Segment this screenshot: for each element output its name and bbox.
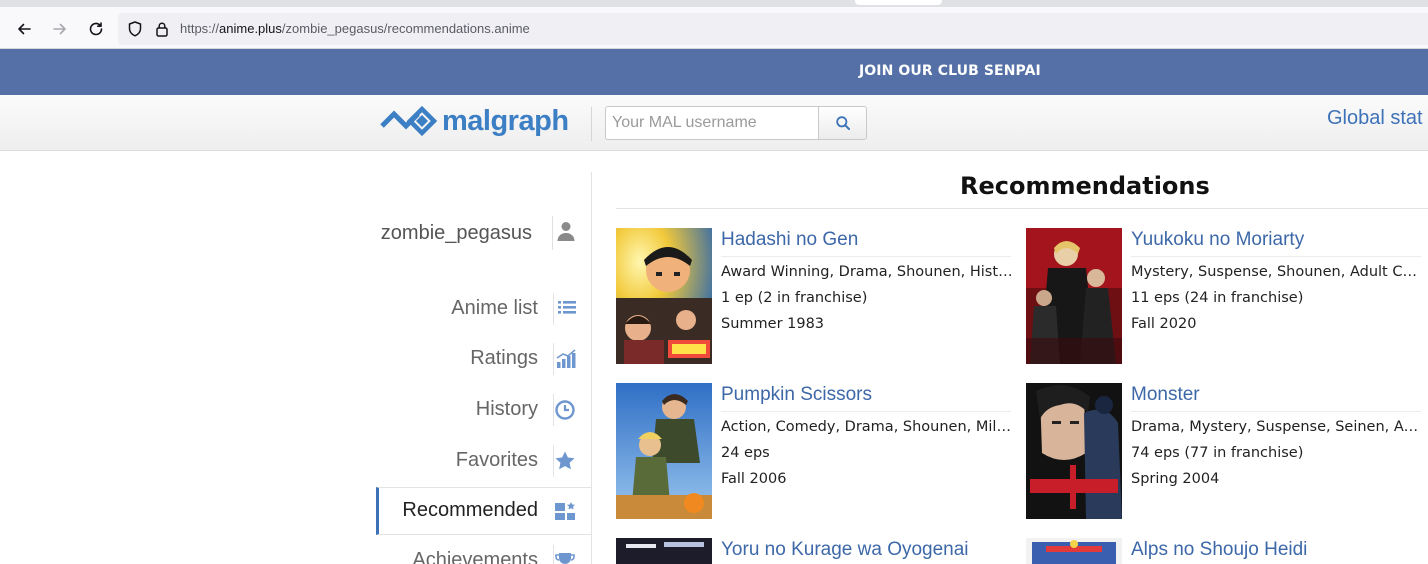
sidebar-item-favorites[interactable]: Favorites bbox=[376, 438, 591, 484]
anime-season: Spring 2004 bbox=[1131, 471, 1220, 487]
poster-image bbox=[1026, 228, 1122, 364]
site-logo[interactable]: malgraph bbox=[380, 104, 569, 138]
sidebar-border bbox=[591, 172, 592, 564]
anime-poster[interactable] bbox=[616, 538, 712, 564]
sidebar-item-achievements[interactable]: Achievements bbox=[376, 538, 591, 564]
card-divider bbox=[721, 411, 1011, 412]
anime-episodes: 1 ep (2 in franchise) bbox=[721, 290, 868, 306]
recommend-icon bbox=[555, 502, 575, 520]
username-search-input[interactable] bbox=[605, 106, 819, 140]
recommendation-card: Monster Drama, Mystery, Suspense, Seinen… bbox=[1026, 383, 1426, 521]
browser-toolbar: https://anime.plus/zombie_pegasus/recomm… bbox=[0, 7, 1428, 49]
recommendation-card: Yoru no Kurage wa Oyogenai bbox=[616, 538, 1016, 564]
url-domain: anime.plus bbox=[219, 21, 282, 36]
anime-genres: Mystery, Suspense, Shounen, Adult Cast bbox=[1131, 264, 1423, 280]
anime-title-link[interactable]: Monster bbox=[1131, 384, 1200, 406]
anime-title-link[interactable]: Yuukoku no Moriarty bbox=[1131, 229, 1304, 251]
anime-episodes: 24 eps bbox=[721, 445, 770, 461]
user-icon-separator bbox=[552, 216, 553, 250]
user-profile[interactable]: zombie_pegasus bbox=[376, 212, 586, 254]
address-bar[interactable]: https://anime.plus/zombie_pegasus/recomm… bbox=[118, 13, 1428, 45]
bar-chart-icon bbox=[556, 349, 576, 368]
url-text[interactable]: https://anime.plus/zombie_pegasus/recomm… bbox=[180, 21, 530, 36]
anime-season: Fall 2020 bbox=[1131, 316, 1197, 332]
reload-button[interactable] bbox=[84, 17, 108, 41]
global-stats-link[interactable]: Global stat bbox=[1327, 107, 1423, 130]
anime-poster[interactable] bbox=[1026, 383, 1122, 519]
poster-image bbox=[1026, 383, 1122, 519]
sidebar-item-label: Achievements bbox=[412, 549, 538, 564]
title-divider bbox=[616, 208, 1428, 209]
anime-poster[interactable] bbox=[616, 383, 712, 519]
anime-episodes: 11 eps (24 in franchise) bbox=[1131, 290, 1304, 306]
search-button[interactable] bbox=[818, 106, 867, 140]
header-divider bbox=[591, 107, 592, 141]
sidebar-item-history[interactable]: History bbox=[376, 387, 591, 433]
arrow-left-icon bbox=[18, 23, 31, 35]
history-icon bbox=[555, 400, 575, 420]
sidebar-item-ratings[interactable]: Ratings bbox=[376, 336, 591, 382]
anime-episodes: 74 eps (77 in franchise) bbox=[1131, 445, 1304, 461]
reload-icon bbox=[89, 22, 103, 36]
card-divider bbox=[1131, 256, 1421, 257]
user-icon bbox=[557, 222, 575, 241]
card-divider bbox=[1131, 411, 1421, 412]
club-banner[interactable]: JOIN OUR CLUB SENPAI bbox=[0, 49, 1428, 95]
search-icon bbox=[835, 116, 850, 130]
anime-title-link[interactable]: Yoru no Kurage wa Oyogenai bbox=[721, 539, 969, 561]
poster-image bbox=[1026, 538, 1122, 564]
page-title: Recommendations bbox=[960, 172, 1210, 200]
url-prefix: https:// bbox=[180, 21, 220, 36]
anime-poster[interactable] bbox=[616, 228, 712, 364]
star-icon bbox=[555, 451, 575, 470]
sidebar-item-label: Anime list bbox=[451, 297, 538, 319]
forward-button[interactable] bbox=[48, 17, 72, 41]
card-divider bbox=[721, 256, 1011, 257]
anime-poster[interactable] bbox=[1026, 228, 1122, 364]
anime-title-link[interactable]: Hadashi no Gen bbox=[721, 229, 858, 251]
recommendation-card: Pumpkin Scissors Action, Comedy, Drama, … bbox=[616, 383, 1016, 521]
anime-genres: Action, Comedy, Drama, Shounen, Military bbox=[721, 419, 1013, 435]
recommendation-card: Hadashi no Gen Award Winning, Drama, Sho… bbox=[616, 228, 1016, 366]
sidebar-item-recommended[interactable]: Recommended bbox=[376, 487, 591, 535]
poster-image bbox=[616, 228, 712, 364]
anime-title-link[interactable]: Alps no Shoujo Heidi bbox=[1131, 539, 1307, 561]
sidebar-item-anime-list[interactable]: Anime list bbox=[376, 286, 591, 332]
back-button[interactable] bbox=[12, 17, 36, 41]
sidebar-item-label: History bbox=[475, 398, 538, 420]
poster-image bbox=[616, 383, 712, 519]
recommendation-card: Alps no Shoujo Heidi bbox=[1026, 538, 1426, 564]
sidebar-item-label: Favorites bbox=[455, 449, 538, 471]
arrow-right-icon bbox=[53, 23, 66, 35]
shield-icon[interactable] bbox=[126, 20, 144, 38]
anime-title-link[interactable]: Pumpkin Scissors bbox=[721, 384, 872, 406]
list-icon bbox=[558, 301, 576, 314]
sidebar-item-label: Recommended bbox=[402, 499, 538, 521]
anime-poster[interactable] bbox=[1026, 538, 1122, 564]
trophy-icon bbox=[555, 553, 575, 564]
anime-season: Summer 1983 bbox=[721, 316, 825, 332]
poster-image bbox=[616, 538, 712, 564]
lock-icon[interactable] bbox=[153, 20, 171, 38]
sidebar-item-label: Ratings bbox=[470, 347, 538, 369]
anime-genres: Award Winning, Drama, Shounen, Historica… bbox=[721, 264, 1013, 280]
url-path: /zombie_pegasus/recommendations.anime bbox=[281, 21, 530, 36]
logo-mark-icon bbox=[380, 105, 438, 137]
browser-tab-strip bbox=[0, 0, 1428, 7]
logo-text: malgraph bbox=[442, 104, 569, 137]
anime-season: Fall 2006 bbox=[721, 471, 787, 487]
site-header: malgraph Global stat bbox=[0, 95, 1428, 151]
username: zombie_pegasus bbox=[380, 222, 532, 244]
recommendation-card: Yuukoku no Moriarty Mystery, Suspense, S… bbox=[1026, 228, 1426, 366]
browser-tab[interactable] bbox=[855, 0, 942, 5]
anime-genres: Drama, Mystery, Suspense, Seinen, Adult … bbox=[1131, 419, 1423, 435]
club-banner-text: JOIN OUR CLUB SENPAI bbox=[859, 63, 1041, 79]
